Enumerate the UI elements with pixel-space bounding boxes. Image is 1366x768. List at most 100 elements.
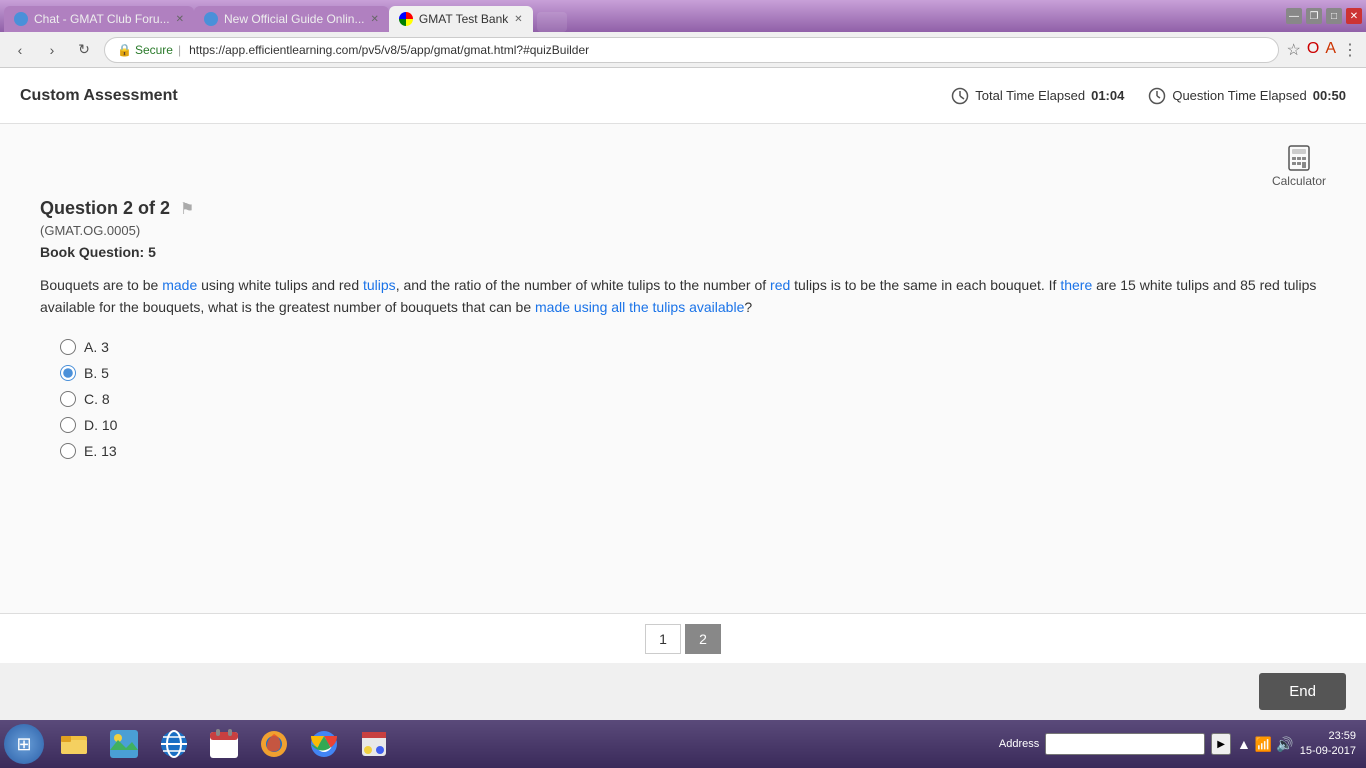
highlight-made: made: [162, 277, 197, 293]
question-id: (GMAT.OG.0005): [40, 223, 1326, 238]
clock-date: 15-09-2017: [1300, 744, 1356, 759]
browser-tab-3[interactable]: GMAT Test Bank ✕: [389, 6, 533, 32]
tab-1-label: Chat - GMAT Club Foru...: [34, 12, 170, 26]
radio-e[interactable]: [60, 443, 76, 459]
highlight-made2: made using all the tulips available: [535, 299, 744, 315]
end-button-area: End: [0, 663, 1366, 720]
menu-icon[interactable]: ⋮: [1342, 40, 1358, 60]
secure-label: Secure: [135, 43, 173, 57]
choice-d[interactable]: D. 10: [60, 417, 1326, 433]
start-button[interactable]: ⊞: [4, 724, 44, 764]
browser-tabs: Chat - GMAT Club Foru... ✕ New Official …: [4, 0, 567, 32]
browser-addressbar: ‹ › ↻ 🔒 Secure | https://app.efficientle…: [0, 32, 1366, 68]
app-title: Custom Assessment: [20, 87, 178, 105]
calendar-icon: [208, 728, 240, 760]
ie-icon: [158, 728, 190, 760]
photos-icon: [108, 728, 140, 760]
book-question: Book Question: 5: [40, 244, 1326, 260]
bookmark-icon[interactable]: ☆: [1287, 40, 1301, 60]
restore-button[interactable]: ❐: [1306, 8, 1322, 24]
main-content: Calculator Question 2 of 2 ⚑ (GMAT.OG.00…: [0, 124, 1366, 613]
tab-icon-1: [14, 12, 28, 26]
secure-badge: 🔒 Secure |: [117, 43, 183, 57]
taskbar-ie[interactable]: [150, 724, 198, 764]
taskbar-paint[interactable]: [350, 724, 398, 764]
end-button[interactable]: End: [1259, 673, 1346, 710]
taskbar-firefox[interactable]: [250, 724, 298, 764]
question-time-value: 00:50: [1313, 88, 1346, 103]
clock-display: 23:59 15-09-2017: [1300, 729, 1356, 760]
tab-2-label: New Official Guide Onlin...: [224, 12, 365, 26]
firefox-icon: [258, 728, 290, 760]
question-title: Question 2 of 2: [40, 198, 170, 219]
system-tray: Address ▶ ▲ 📶 🔊 23:59 15-09-2017: [999, 729, 1362, 760]
tab-3-close[interactable]: ✕: [514, 14, 522, 25]
total-time-item: Total Time Elapsed 01:04: [951, 87, 1124, 105]
highlight-tulips1: tulips: [363, 277, 396, 293]
tab-2-close[interactable]: ✕: [371, 14, 379, 25]
tab-icon-3: [399, 12, 413, 26]
address-actions: ☆ O A ⋮: [1287, 40, 1358, 60]
tray-icons: ▲ 📶 🔊: [1237, 736, 1294, 753]
choice-a[interactable]: A. 3: [60, 339, 1326, 355]
address-go-button[interactable]: ▶: [1211, 733, 1231, 755]
address-bar[interactable]: 🔒 Secure | https://app.efficientlearning…: [104, 37, 1279, 63]
browser-tab-1[interactable]: Chat - GMAT Club Foru... ✕: [4, 6, 194, 32]
tab-icon-2: [204, 12, 218, 26]
new-tab-button[interactable]: [537, 12, 567, 32]
address-tray-label: Address: [999, 738, 1039, 750]
question-clock-icon: [1148, 87, 1166, 105]
choice-e[interactable]: E. 13: [60, 443, 1326, 459]
tray-network-icon: 📶: [1255, 736, 1272, 753]
address-text: https://app.efficientlearning.com/pv5/v8…: [189, 43, 589, 57]
tab-1-close[interactable]: ✕: [176, 14, 184, 25]
choice-d-label: D. 10: [84, 417, 117, 433]
calculator-button[interactable]: Calculator: [1272, 144, 1326, 188]
back-button[interactable]: ‹: [8, 38, 32, 62]
paint-icon: [358, 728, 390, 760]
highlight-red: red: [770, 277, 790, 293]
window-controls: — ❐ □ ✕: [1286, 8, 1362, 24]
lock-icon: 🔒: [117, 43, 132, 57]
tray-arrow-icon: ▲: [1237, 736, 1251, 752]
browser-tab-2[interactable]: New Official Guide Onlin... ✕: [194, 6, 389, 32]
radio-d[interactable]: [60, 417, 76, 433]
choice-c-label: C. 8: [84, 391, 110, 407]
tray-volume-icon: 🔊: [1276, 736, 1293, 753]
forward-button[interactable]: ›: [40, 38, 64, 62]
chrome-icon: [308, 728, 340, 760]
maximize-button[interactable]: □: [1326, 8, 1342, 24]
total-time-label: Total Time Elapsed: [975, 88, 1085, 103]
choice-b-label: B. 5: [84, 365, 109, 381]
radio-a[interactable]: [60, 339, 76, 355]
reload-button[interactable]: ↻: [72, 38, 96, 62]
choice-e-label: E. 13: [84, 443, 117, 459]
file-explorer-icon: [58, 728, 90, 760]
taskbar-photos[interactable]: [100, 724, 148, 764]
page-2-button[interactable]: 2: [685, 624, 721, 654]
address-tray-input[interactable]: [1045, 733, 1205, 755]
calculator-icon: [1285, 144, 1313, 172]
taskbar: ⊞: [0, 720, 1366, 768]
radio-c[interactable]: [60, 391, 76, 407]
browser-titlebar: Chat - GMAT Club Foru... ✕ New Official …: [0, 0, 1366, 32]
total-time-value: 01:04: [1091, 88, 1124, 103]
taskbar-chrome[interactable]: [300, 724, 348, 764]
page-1-button[interactable]: 1: [645, 624, 681, 654]
choice-c[interactable]: C. 8: [60, 391, 1326, 407]
total-clock-icon: [951, 87, 969, 105]
close-button[interactable]: ✕: [1346, 8, 1362, 24]
calculator-area: Calculator: [40, 144, 1326, 188]
minimize-button[interactable]: —: [1286, 8, 1302, 24]
opera-icon[interactable]: O: [1307, 40, 1319, 60]
app-header: Custom Assessment Total Time Elapsed 01:…: [0, 68, 1366, 124]
question-header: Question 2 of 2 ⚑: [40, 198, 1326, 219]
taskbar-calendar[interactable]: [200, 724, 248, 764]
acrobat-icon[interactable]: A: [1325, 40, 1336, 60]
choice-b[interactable]: B. 5: [60, 365, 1326, 381]
app-wrapper: Custom Assessment Total Time Elapsed 01:…: [0, 68, 1366, 720]
radio-b[interactable]: [60, 365, 76, 381]
answer-choices: A. 3 B. 5 C. 8 D. 10 E. 13: [60, 339, 1326, 459]
flag-icon[interactable]: ⚑: [180, 199, 194, 219]
taskbar-file-explorer[interactable]: [50, 724, 98, 764]
